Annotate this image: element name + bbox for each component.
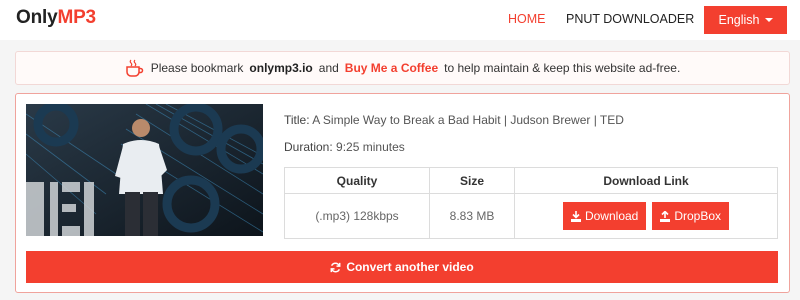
video-title-line: Title: A Simple Way to Break a Bad Habit… [284,113,624,127]
video-title: A Simple Way to Break a Bad Habit | Juds… [312,113,624,127]
language-dropdown-button[interactable]: English [704,6,787,34]
dropbox-button[interactable]: DropBox [652,202,730,230]
coffee-mug-icon [125,59,143,77]
brand-text-only: Only [16,7,58,28]
convert-button-label: Convert another video [346,260,474,274]
nav-link-pnut-downloader[interactable]: PNUT DOWNLOADER [566,12,694,26]
result-card: Title: A Simple Way to Break a Bad Habit… [15,93,790,293]
nav-link-home[interactable]: HOME [508,12,546,26]
download-icon [570,210,581,222]
dropbox-button-label: DropBox [674,209,722,223]
convert-another-video-button[interactable]: Convert another video [26,251,778,283]
thumbnail-image [26,104,263,236]
cell-size: 8.83 MB [429,193,515,239]
refresh-icon [330,262,341,272]
table-row: (.mp3) 128kbps 8.83 MB Download DropBox [284,193,778,239]
cell-quality: (.mp3) 128kbps [284,193,430,239]
title-label: Title: [284,113,310,127]
brand-text-mp3: MP3 [57,7,96,28]
language-label: English [718,13,760,27]
notice-and: and [318,61,339,75]
cell-download-links: Download DropBox [514,193,778,239]
navbar: OnlyMP3 HOME PNUT DOWNLOADER English [0,0,800,40]
column-header-download-link: Download Link [514,167,778,194]
buy-me-a-coffee-link[interactable]: Buy Me a Coffee [345,61,438,75]
duration-label: Duration: [284,140,333,154]
table-header-row: Quality Size Download Link [284,167,778,194]
caret-down-icon [764,18,773,22]
download-button-label: Download [584,209,639,223]
notice-prefix: Please bookmark [150,61,244,75]
download-button[interactable]: Download [562,202,647,230]
column-header-quality: Quality [284,167,430,194]
video-duration-line: Duration: 9:25 minutes [284,140,405,154]
notice-site-name: onlymp3.io [249,61,313,75]
site-logo[interactable]: OnlyMP3 [16,7,96,29]
bookmark-notice: Please bookmark onlymp3.io and Buy Me a … [15,51,790,85]
download-table: Quality Size Download Link (.mp3) 128kbp… [284,167,778,239]
upload-icon [660,210,671,222]
video-duration: 9:25 minutes [336,140,405,154]
notice-suffix: to help maintain & keep this website ad-… [444,61,681,75]
video-thumbnail [26,104,263,236]
column-header-size: Size [429,167,515,194]
